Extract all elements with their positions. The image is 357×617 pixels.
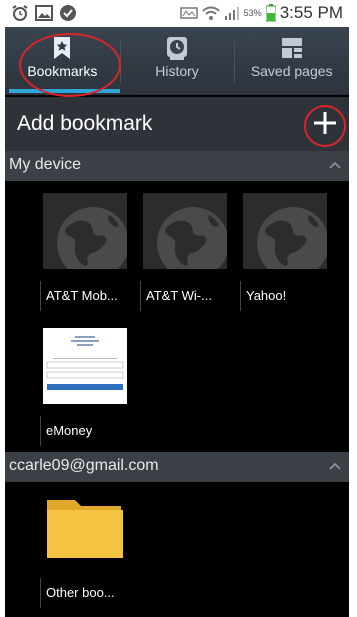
add-bookmark-bar: Add bookmark: [5, 97, 349, 151]
bookmark-label: Yahoo!: [240, 281, 346, 311]
saved-pages-icon: [281, 38, 302, 58]
page-thumbnail: [43, 328, 127, 404]
folder-icon: [47, 500, 123, 558]
globe-icon: [157, 207, 227, 269]
notification-icon: [179, 7, 198, 19]
globe-thumbnail: [243, 193, 327, 269]
clock-icon: [167, 37, 187, 60]
wifi-icon: [201, 6, 220, 20]
battery-percent: 53%: [243, 8, 262, 18]
section-my-device-label: My device: [9, 156, 82, 173]
bookmark-item-att-wifi[interactable]: AT&T Wi-...: [140, 193, 230, 311]
alarm-icon: [12, 5, 28, 21]
gallery-icon: [35, 5, 53, 21]
status-time: 3:55 PM: [279, 3, 343, 22]
bookmark-item-yahoo[interactable]: Yahoo!: [240, 193, 330, 311]
section-account[interactable]: ccarle09@gmail.com: [5, 452, 349, 482]
bookmark-label: eMoney: [40, 416, 146, 446]
bookmark-star-icon: [54, 37, 71, 59]
tab-history-label: History: [155, 63, 199, 79]
browser-tabs: Bookmarks History Saved pages: [5, 27, 349, 95]
bookmark-folder-other[interactable]: Other boo...: [40, 490, 130, 608]
chevron-up-icon: [329, 462, 341, 470]
bookmark-label: AT&T Mob...: [40, 281, 146, 311]
tab-saved-pages-label: Saved pages: [250, 63, 333, 79]
tab-history[interactable]: History: [119, 27, 235, 95]
bookmark-label: AT&T Wi-...: [140, 281, 246, 311]
battery-icon: [265, 4, 276, 22]
phone-screen: 53% 3:55 PM Bookmarks History Saved page…: [5, 0, 349, 617]
signal-icon: [224, 7, 239, 20]
chevron-up-icon: [329, 161, 341, 169]
tab-saved-pages[interactable]: Saved pages: [234, 27, 349, 95]
globe-icon: [57, 207, 127, 269]
section-my-device[interactable]: My device: [5, 151, 349, 181]
bookmark-label: Other boo...: [40, 578, 146, 608]
section-account-label: ccarle09@gmail.com: [9, 457, 159, 474]
login-page-preview: [43, 328, 127, 404]
globe-thumbnail: [143, 193, 227, 269]
globe-icon: [257, 207, 327, 269]
folder-thumbnail: [43, 490, 127, 566]
tab-bookmarks-label: Bookmarks: [27, 63, 98, 79]
add-bookmark-title: Add bookmark: [17, 112, 153, 135]
add-bookmark-button[interactable]: [305, 103, 345, 143]
globe-thumbnail: [43, 193, 127, 269]
tab-bookmarks[interactable]: Bookmarks: [5, 27, 120, 95]
bookmark-item-att-mobile[interactable]: AT&T Mob...: [40, 193, 130, 311]
bookmark-item-emoney[interactable]: eMoney: [40, 328, 130, 446]
status-bar: 53% 3:55 PM: [5, 0, 349, 27]
check-shield-icon: [60, 5, 76, 21]
